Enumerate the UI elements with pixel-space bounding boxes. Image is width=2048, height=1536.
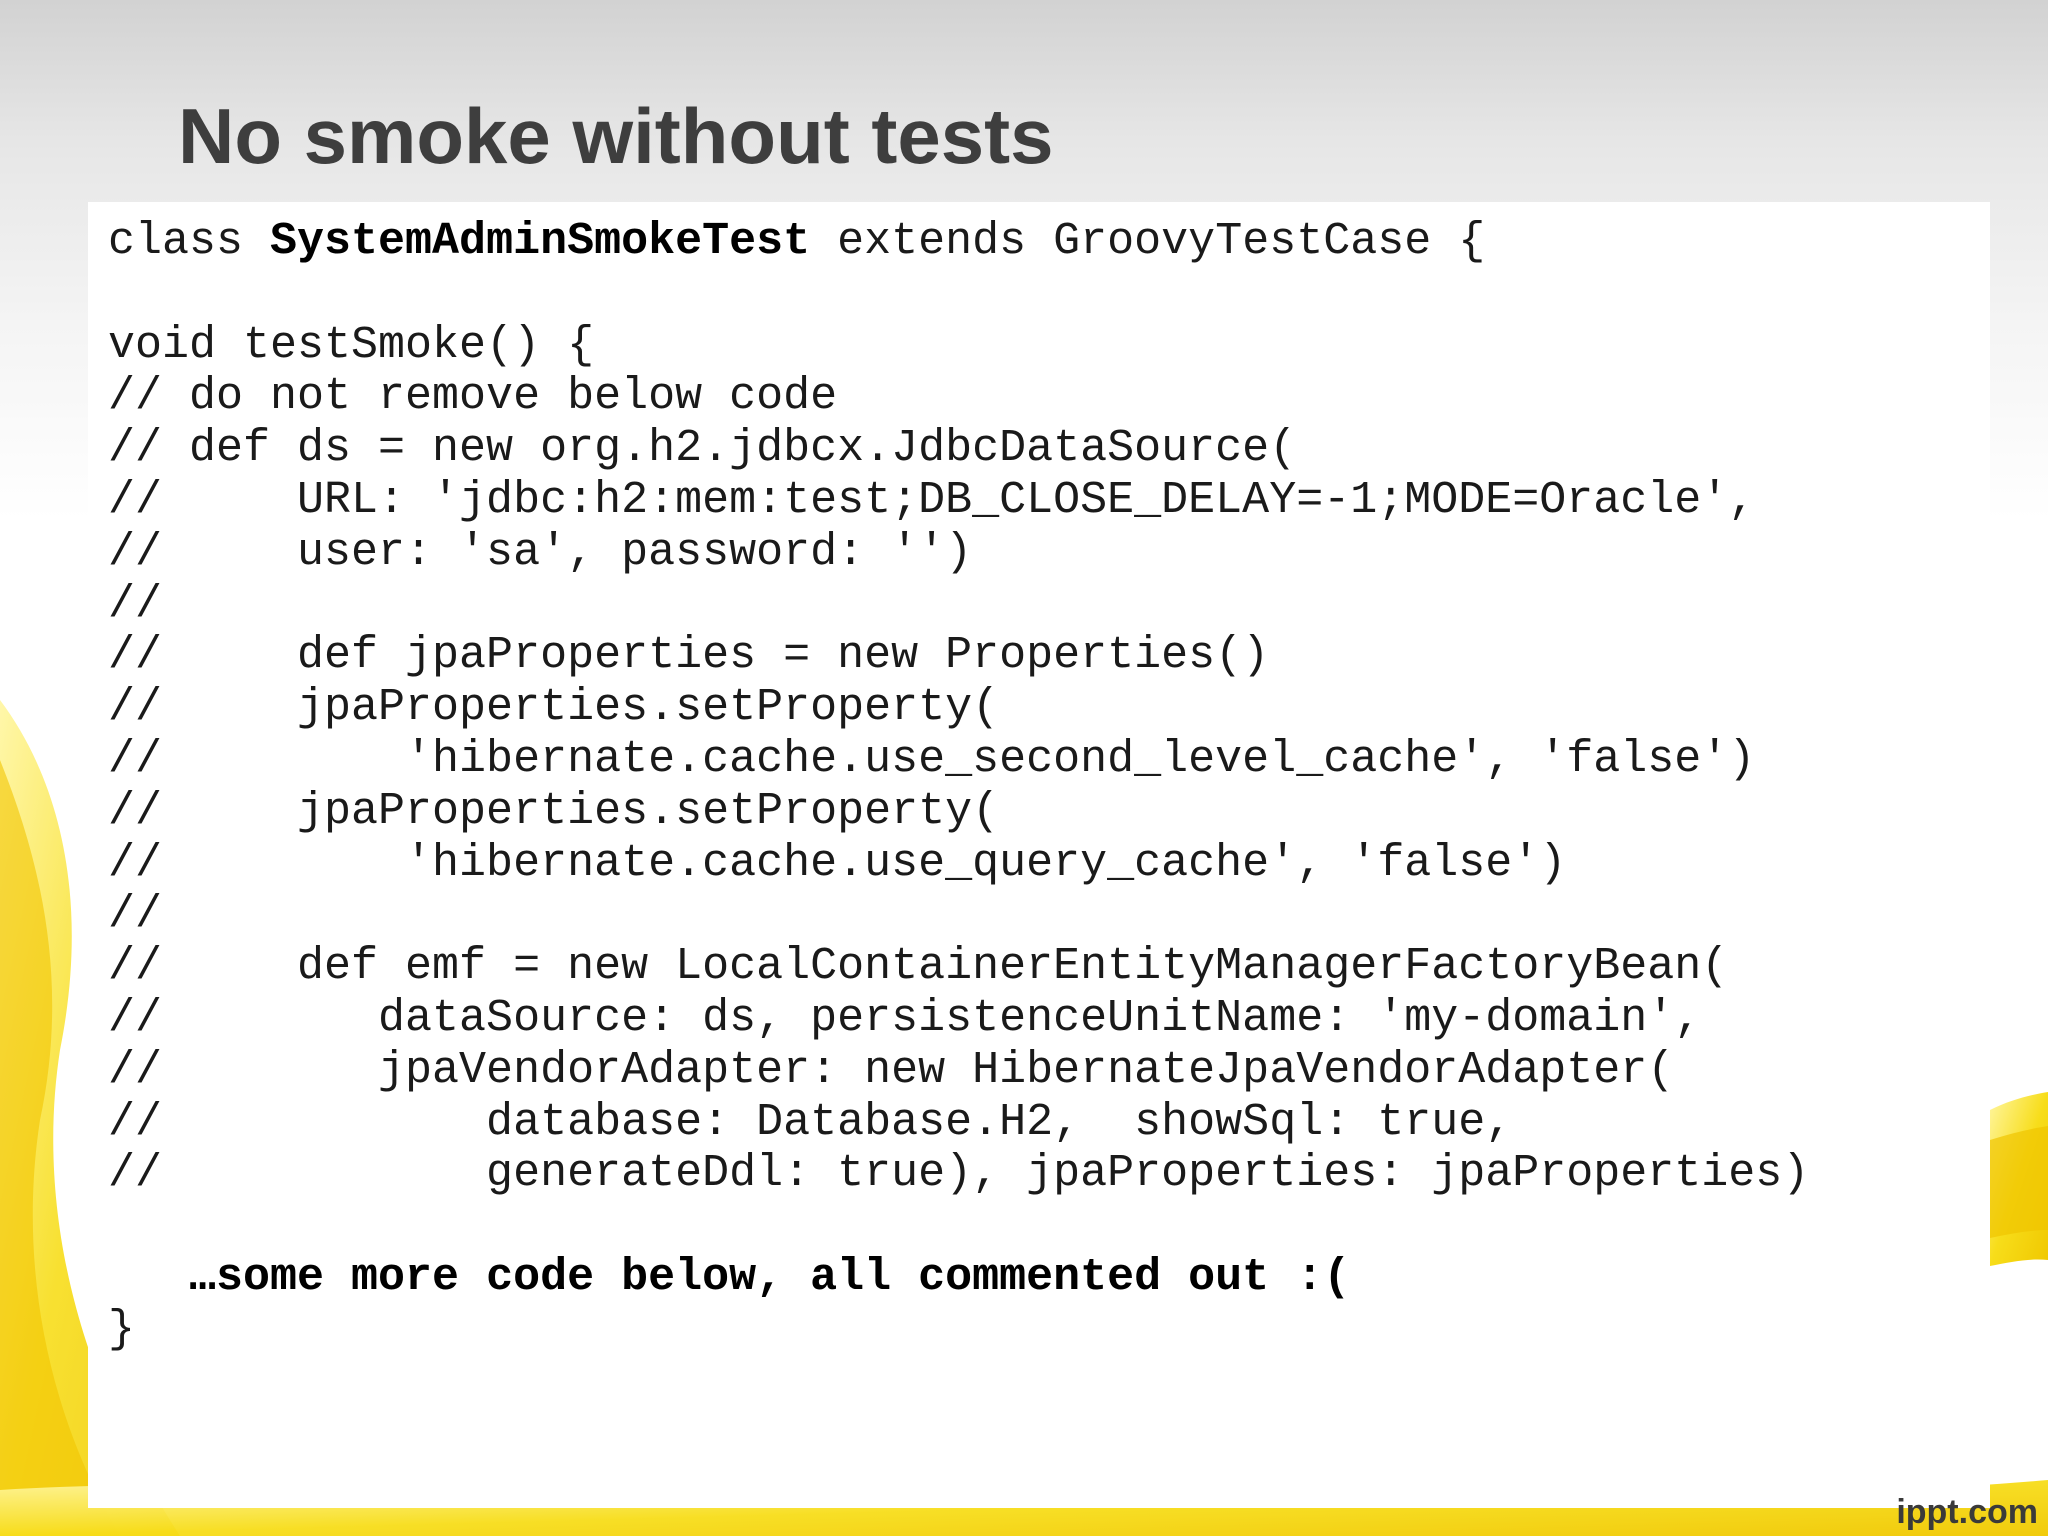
code-line-comment: // jpaVendorAdapter: new HibernateJpaVen… <box>108 1044 1675 1096</box>
code-text: class <box>108 216 271 267</box>
code-line-comment: // 'hibernate.cache.use_query_cache', 'f… <box>108 837 1567 889</box>
code-panel: class SystemAdminSmokeTest extends Groov… <box>88 202 1990 1508</box>
code-block: class SystemAdminSmokeTest extends Groov… <box>108 216 1809 1356</box>
code-text: extends GroovyTestCase { <box>810 216 1486 267</box>
code-line: void testSmoke() { <box>108 319 595 371</box>
code-line-closing-brace: } <box>108 1303 136 1355</box>
code-line-comment: // <box>108 889 163 941</box>
code-line-comment: // database: Database.H2, showSql: true, <box>108 1096 1513 1148</box>
slide-title: No smoke without tests <box>178 92 1054 180</box>
code-line-comment: // jpaProperties.setProperty( <box>108 682 1000 734</box>
code-line-comment: // <box>108 578 163 630</box>
code-line-comment: // generateDdl: true), jpaProperties: jp… <box>108 1148 1810 1200</box>
class-name: SystemAdminSmokeTest <box>270 216 811 267</box>
code-line-comment: // jpaProperties.setProperty( <box>108 785 1000 837</box>
code-line-comment: // def ds = new org.h2.jdbcx.JdbcDataSou… <box>108 423 1297 475</box>
code-line-comment: // do not remove below code <box>108 371 838 423</box>
code-line-comment: // user: 'sa', password: '') <box>108 526 973 578</box>
code-line-class-declaration: class SystemAdminSmokeTest extends Groov… <box>108 216 1809 268</box>
code-line-comment: // def emf = new LocalContainerEntityMan… <box>108 941 1729 993</box>
watermark-logo: ippt.com <box>1896 1493 2038 1531</box>
code-line-comment: // 'hibernate.cache.use_second_level_cac… <box>108 733 1756 785</box>
code-line-comment: // URL: 'jdbc:h2:mem:test;DB_CLOSE_DELAY… <box>108 474 1756 526</box>
commented-out-note: …some more code below, all commented out… <box>189 1251 1351 1303</box>
code-line-comment: // dataSource: ds, persistenceUnitName: … <box>108 992 1702 1044</box>
code-line-note: …some more code below, all commented out… <box>108 1252 1809 1304</box>
code-line-comment: // def jpaProperties = new Properties() <box>108 630 1270 682</box>
